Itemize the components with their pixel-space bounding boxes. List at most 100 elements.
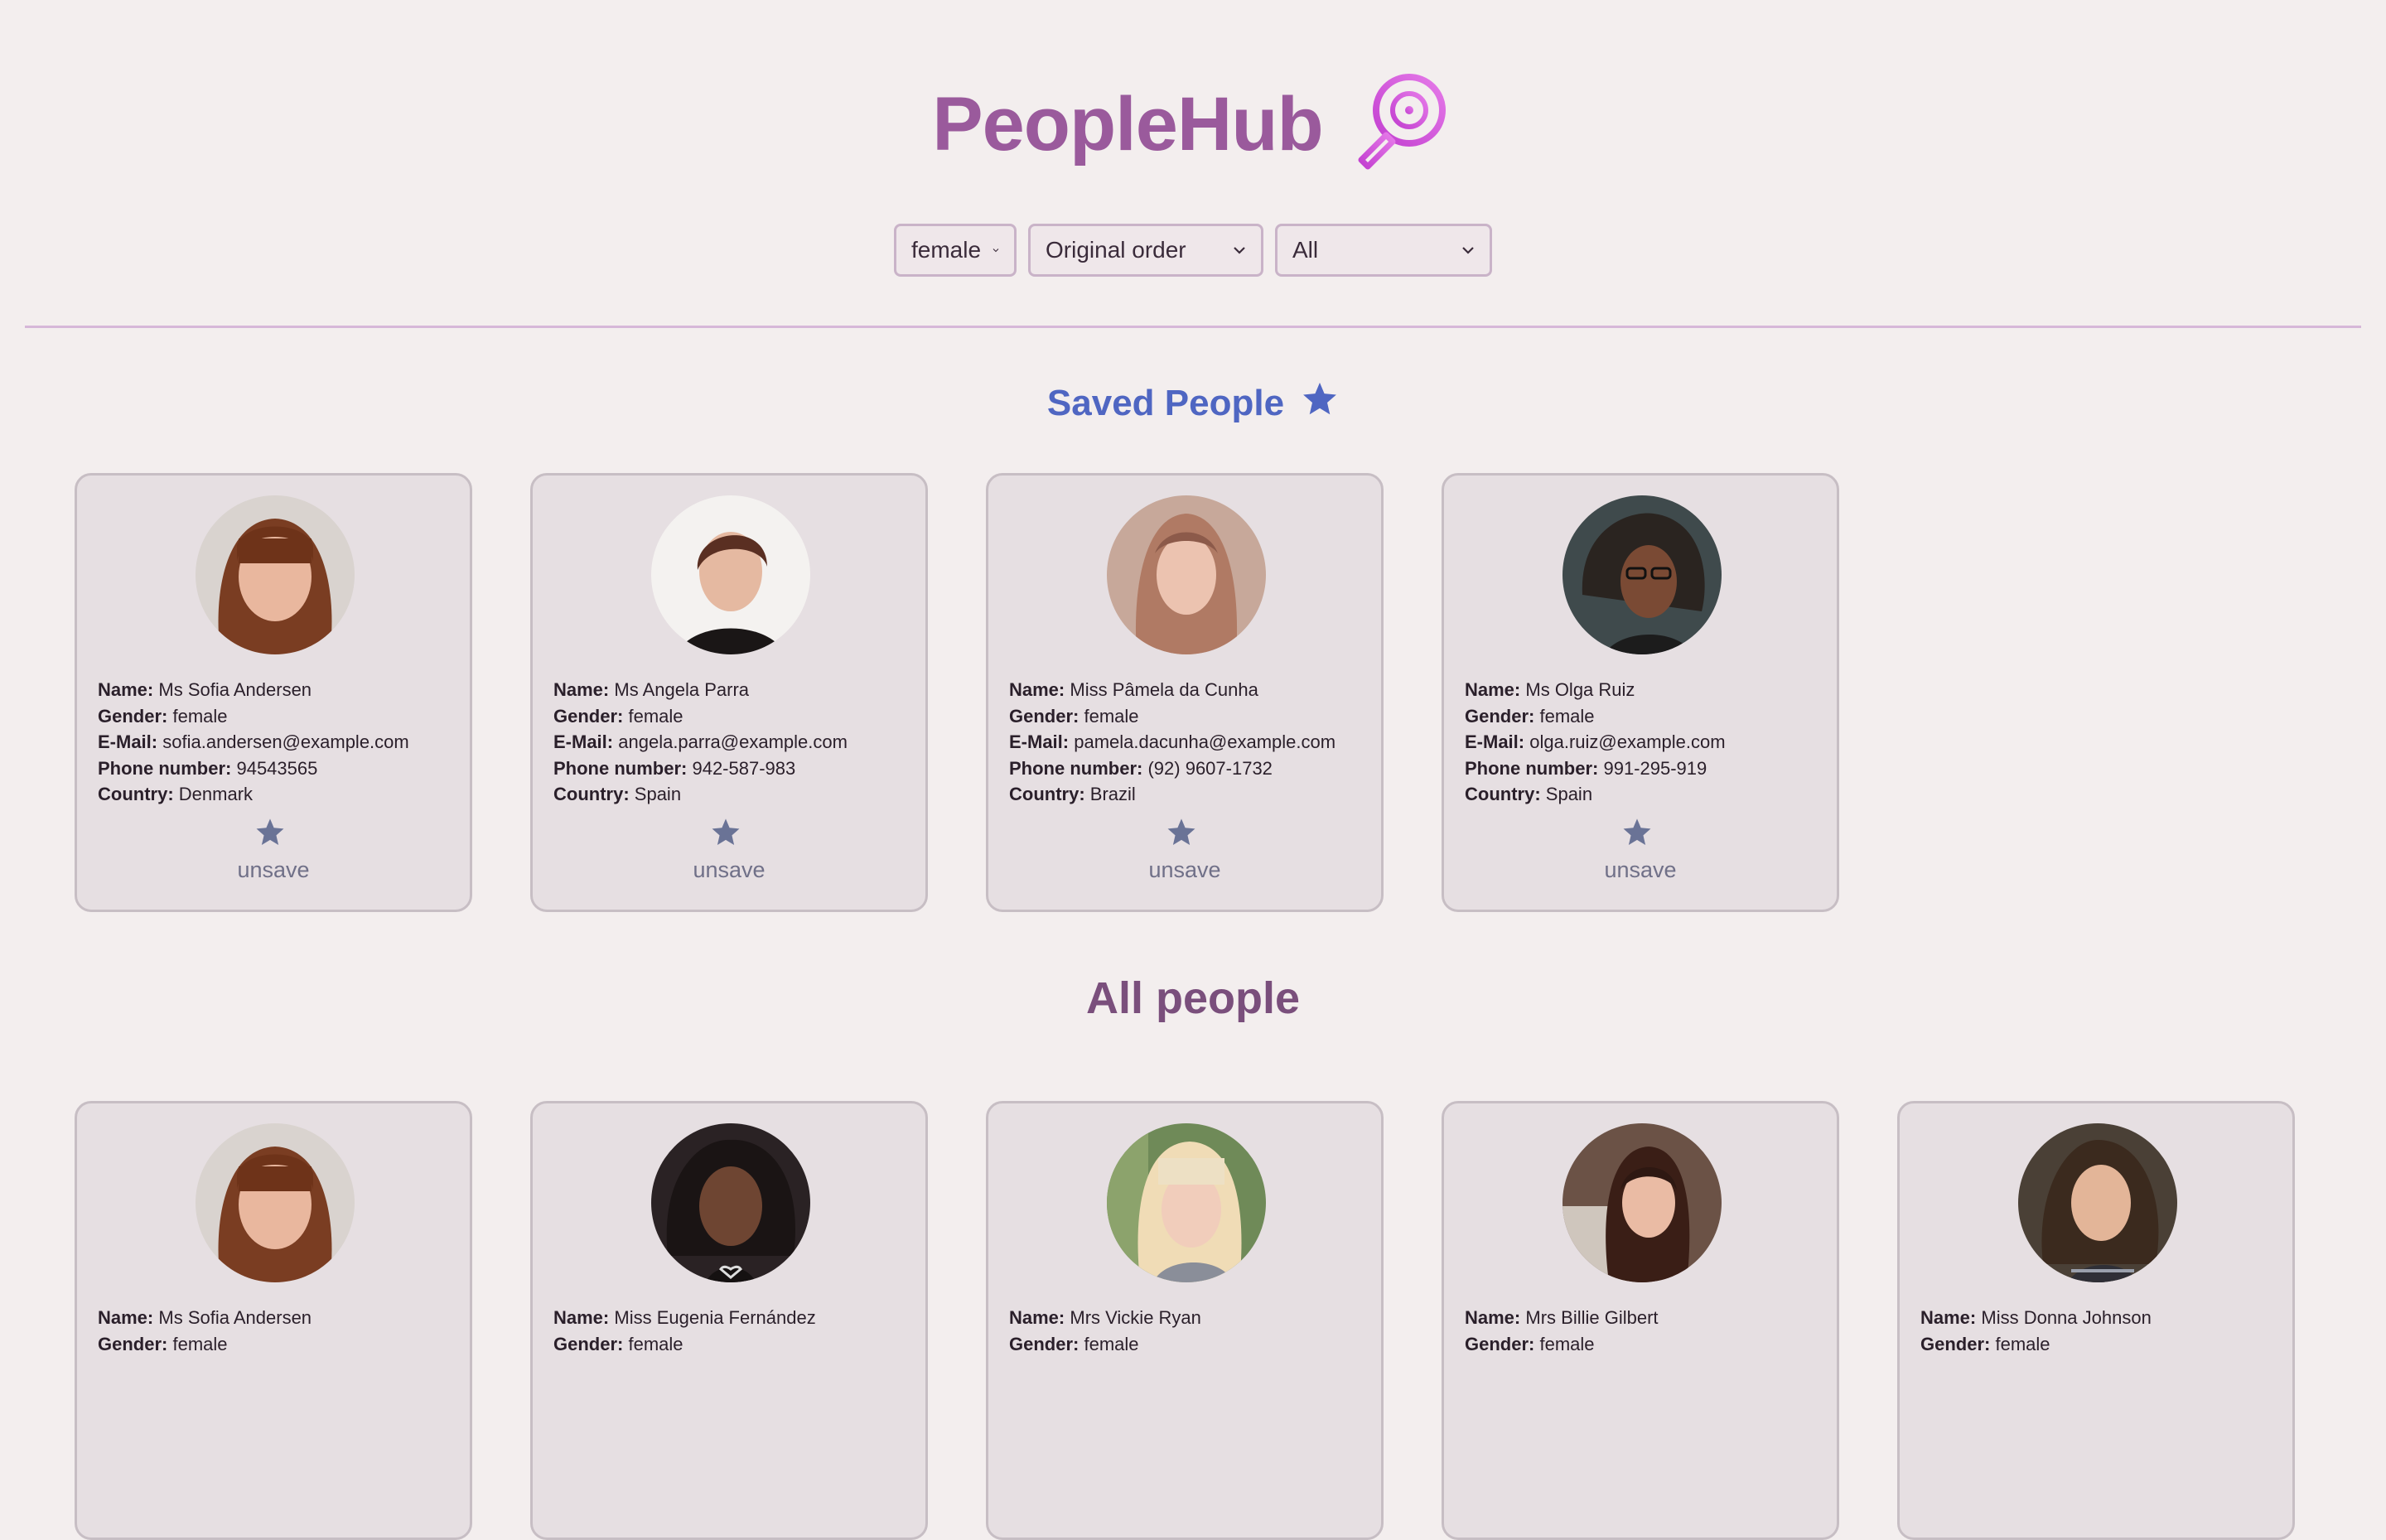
avatar xyxy=(651,1123,810,1282)
star-icon xyxy=(1303,382,1336,415)
gender-label: Gender: xyxy=(1009,1333,1079,1354)
person-name: Ms Sofia Andersen xyxy=(158,679,312,700)
country-label: Country: xyxy=(98,784,174,804)
person-name: Ms Olga Ruiz xyxy=(1525,679,1635,700)
gender-select-value: female xyxy=(911,237,982,263)
all-people-heading: All people xyxy=(0,965,2386,1031)
phone-label: Phone number: xyxy=(98,757,232,779)
gender-label: Gender: xyxy=(553,705,624,727)
name-label: Name: xyxy=(98,679,154,700)
gender-label: Gender: xyxy=(98,705,168,727)
email-label: E-Mail: xyxy=(98,731,158,752)
avatar xyxy=(1562,495,1722,654)
person-email: angela.parra@example.com xyxy=(618,731,848,752)
person-gender: female xyxy=(172,705,228,727)
name-label: Name: xyxy=(553,1307,610,1328)
person-card: Name: Miss Pâmela da Cunha Gender: femal… xyxy=(986,473,1384,912)
country-select-value: All xyxy=(1292,237,1319,263)
person-country: Denmark xyxy=(178,784,254,804)
person-email: pamela.dacunha@example.com xyxy=(1074,731,1336,752)
person-card: Name: Ms Olga Ruiz Gender: female E-Mail… xyxy=(1442,473,1839,912)
gender-label: Gender: xyxy=(98,1333,168,1354)
star-icon[interactable] xyxy=(254,817,286,848)
saved-people-list: Name: Ms Sofia Andersen Gender: female E… xyxy=(75,473,1839,912)
country-label: Country: xyxy=(1465,784,1541,804)
person-info: Name: Miss Eugenia Fernández Gender: fem… xyxy=(553,1305,816,1357)
person-name: Mrs Billie Gilbert xyxy=(1525,1307,1659,1328)
person-info: Name: Ms Angela Parra Gender: female E-M… xyxy=(553,677,848,808)
person-card: Name: Mrs Vickie Ryan Gender: female xyxy=(986,1101,1384,1540)
gender-select[interactable]: female xyxy=(894,224,1017,277)
person-gender: female xyxy=(1539,705,1595,727)
star-icon[interactable] xyxy=(1621,817,1653,848)
name-label: Name: xyxy=(1920,1307,1977,1328)
person-card: Name: Mrs Billie Gilbert Gender: female xyxy=(1442,1101,1839,1540)
star-icon[interactable] xyxy=(1166,817,1197,848)
person-card: Name: Ms Angela Parra Gender: female E-M… xyxy=(530,473,928,912)
saved-people-heading: Saved People xyxy=(0,374,2386,432)
name-label: Name: xyxy=(98,1307,154,1328)
person-name: Miss Eugenia Fernández xyxy=(614,1307,816,1328)
person-gender: female xyxy=(1539,1333,1595,1354)
name-label: Name: xyxy=(1009,679,1065,700)
app-title: PeopleHub xyxy=(932,81,1323,167)
unsave-button[interactable]: unsave xyxy=(988,857,1381,883)
person-gender: female xyxy=(1084,1333,1139,1354)
chevron-down-icon xyxy=(1234,247,1245,254)
sort-order-value: Original order xyxy=(1046,237,1186,263)
all-people-title: All people xyxy=(1085,973,1301,1023)
all-people-list: Name: Ms Sofia Andersen Gender: female N… xyxy=(75,1101,2295,1540)
person-email: sofia.andersen@example.com xyxy=(162,731,409,752)
country-select[interactable]: All xyxy=(1275,224,1492,277)
magnifier-target-icon xyxy=(1358,74,1446,170)
person-email: olga.ruiz@example.com xyxy=(1529,731,1726,752)
unsave-button[interactable]: unsave xyxy=(1444,857,1837,883)
person-gender: female xyxy=(172,1333,228,1354)
gender-label: Gender: xyxy=(1009,705,1079,727)
person-gender: female xyxy=(1995,1333,2050,1354)
phone-label: Phone number: xyxy=(1465,757,1599,779)
name-label: Name: xyxy=(553,679,610,700)
person-info: Name: Mrs Vickie Ryan Gender: female xyxy=(1009,1305,1201,1357)
avatar xyxy=(1107,495,1266,654)
person-name: Mrs Vickie Ryan xyxy=(1070,1307,1201,1328)
name-label: Name: xyxy=(1009,1307,1065,1328)
gender-label: Gender: xyxy=(553,1333,624,1354)
country-label: Country: xyxy=(1009,784,1085,804)
saved-people-title: Saved People xyxy=(1046,383,1285,423)
avatar xyxy=(196,1123,355,1282)
person-phone: 991-295-919 xyxy=(1603,757,1707,779)
filter-bar: female Original order All xyxy=(0,224,2386,277)
name-label: Name: xyxy=(1465,679,1521,700)
person-phone: (92) 9607-1732 xyxy=(1147,757,1273,779)
person-name: Miss Pâmela da Cunha xyxy=(1070,679,1258,700)
gender-label: Gender: xyxy=(1465,1333,1535,1354)
avatar xyxy=(1107,1123,1266,1282)
person-phone: 94543565 xyxy=(236,757,318,779)
person-info: Name: Miss Pâmela da Cunha Gender: femal… xyxy=(1009,677,1335,808)
person-name: Ms Sofia Andersen xyxy=(158,1307,312,1328)
gender-label: Gender: xyxy=(1920,1333,1991,1354)
phone-label: Phone number: xyxy=(553,757,688,779)
gender-label: Gender: xyxy=(1465,705,1535,727)
divider xyxy=(25,326,2361,328)
avatar xyxy=(196,495,355,654)
person-phone: 942-587-983 xyxy=(692,757,796,779)
star-icon[interactable] xyxy=(710,817,741,848)
person-name: Ms Angela Parra xyxy=(614,679,750,700)
unsave-button[interactable]: unsave xyxy=(533,857,925,883)
person-gender: female xyxy=(628,705,683,727)
phone-label: Phone number: xyxy=(1009,757,1143,779)
unsave-button[interactable]: unsave xyxy=(77,857,470,883)
person-card: Name: Ms Sofia Andersen Gender: female xyxy=(75,1101,472,1540)
person-info: Name: Ms Olga Ruiz Gender: female E-Mail… xyxy=(1465,677,1726,808)
person-gender: female xyxy=(1084,705,1139,727)
person-card: Name: Ms Sofia Andersen Gender: female E… xyxy=(75,473,472,912)
person-name: Miss Donna Johnson xyxy=(1981,1307,2152,1328)
person-country: Spain xyxy=(1545,784,1593,804)
person-info: Name: Ms Sofia Andersen Gender: female E… xyxy=(98,677,409,808)
sort-order-select[interactable]: Original order xyxy=(1028,224,1263,277)
name-label: Name: xyxy=(1465,1307,1521,1328)
email-label: E-Mail: xyxy=(1465,731,1525,752)
person-info: Name: Mrs Billie Gilbert Gender: female xyxy=(1465,1305,1659,1357)
